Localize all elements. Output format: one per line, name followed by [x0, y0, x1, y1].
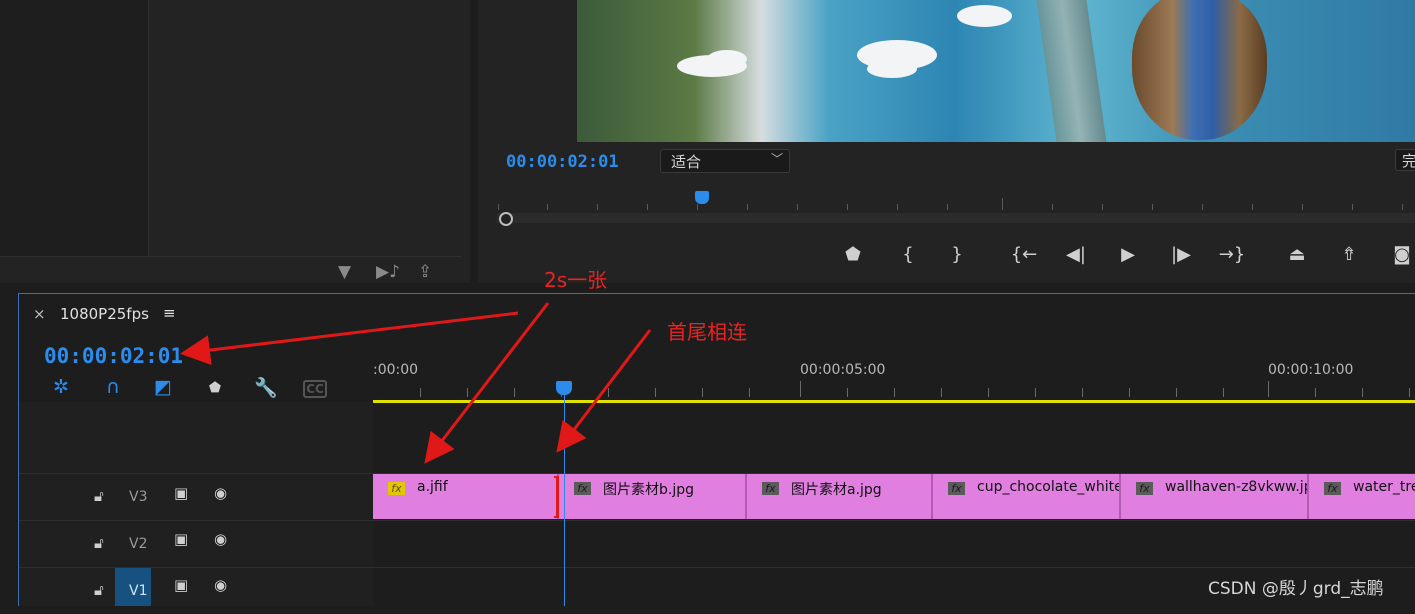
watermark: CSDN @殷丿grd_志鹏 — [1208, 579, 1384, 599]
annotation-arrows — [180, 302, 652, 464]
